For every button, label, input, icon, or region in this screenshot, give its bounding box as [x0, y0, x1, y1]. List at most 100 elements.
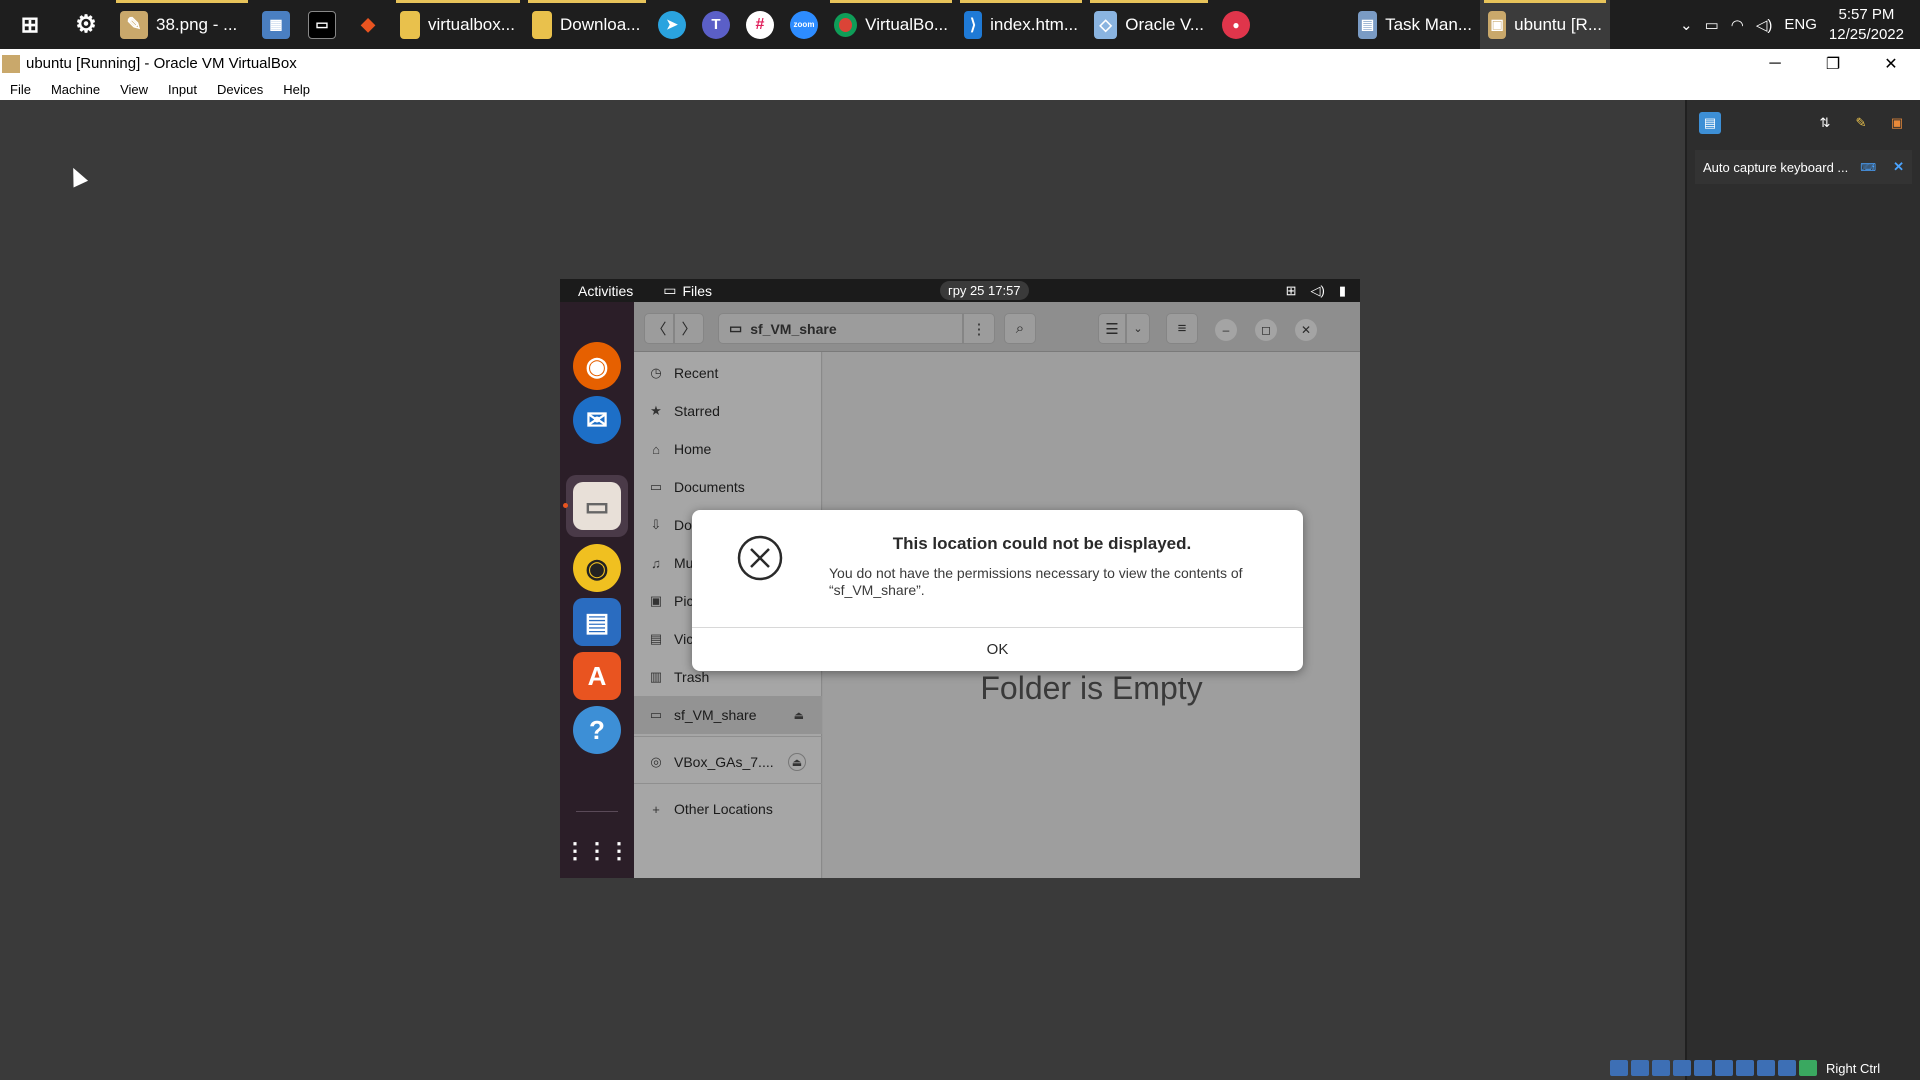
sidebar-item-sf-vm-share[interactable]: ▭ sf_VM_share ⏏ [634, 696, 822, 734]
downloads-icon: ⇩ [650, 517, 662, 532]
eject-icon[interactable]: ⏏ [794, 709, 804, 722]
rhythmbox-icon[interactable]: ◉ [573, 544, 621, 592]
sidebar-item-label: Pic [674, 593, 694, 609]
show-applications-icon[interactable]: ⋮⋮⋮ [564, 827, 630, 875]
path-menu-button[interactable]: ⋮ [963, 313, 995, 344]
search-button[interactable]: ⌕ [1004, 313, 1036, 344]
folder-icon [400, 10, 420, 39]
pin-icon[interactable]: ✎ [1850, 112, 1872, 134]
ok-button[interactable]: OK [692, 628, 1303, 671]
music-icon: ♫ [651, 555, 661, 571]
hdd-status-icon[interactable] [1610, 1060, 1628, 1076]
libreoffice-writer-icon[interactable]: ▤ [573, 598, 621, 646]
close-icon[interactable]: ✕ [1295, 319, 1317, 341]
taskbar-app-terminal[interactable]: ▭ [300, 0, 344, 49]
menu-machine[interactable]: Machine [41, 82, 110, 97]
start-button[interactable]: ⊞ [0, 0, 60, 49]
windows-taskbar: ⊞ ⚙ ✎ 38.png - ... ▦ ▭ ◆ virtualbox... D… [0, 0, 1920, 49]
clock-date: 12/25/2022 [1828, 25, 1904, 43]
network-status-icon[interactable] [1673, 1060, 1691, 1076]
taskbar-app-downloads[interactable]: Downloa... [524, 0, 650, 49]
help-icon[interactable]: ? [573, 706, 621, 754]
view-list-button[interactable]: ☰ [1098, 313, 1126, 344]
wifi-icon[interactable]: ◠ [1731, 16, 1744, 34]
usb-status-icon[interactable] [1694, 1060, 1712, 1076]
battery-icon[interactable]: ▮ [1339, 283, 1346, 299]
optical-status-icon[interactable] [1631, 1060, 1649, 1076]
taskbar-app-task-manager[interactable]: ▤ Task Man... [1350, 0, 1480, 49]
sidebar-item-label: Home [674, 441, 712, 457]
taskbar-app-telegram[interactable]: ➤ [650, 0, 694, 49]
taskbar-app-control-panel[interactable]: ▦ [252, 0, 300, 49]
forward-button[interactable]: 〉 [674, 313, 704, 344]
maximize-icon[interactable]: ◻ [1255, 319, 1277, 341]
taskbar-app-paint[interactable]: ✎ 38.png - ... [112, 0, 252, 49]
sidebar-item-starred[interactable]: ★ Starred [634, 392, 822, 430]
cpu-status-icon[interactable] [1778, 1060, 1796, 1076]
sidebar-item-other-locations[interactable]: + Other Locations [634, 790, 822, 828]
files-app-menu[interactable]: ▭ Files [663, 282, 712, 299]
sidebar-item-label: sf_VM_share [674, 707, 757, 723]
volume-icon[interactable]: ◁) [1756, 16, 1773, 34]
path-label: sf_VM_share [750, 320, 837, 337]
main-menu-button[interactable]: ≡ [1166, 313, 1198, 344]
audio-status-icon[interactable] [1652, 1060, 1670, 1076]
thunderbird-icon[interactable]: ✉ [573, 396, 621, 444]
back-button[interactable]: 〈 [644, 313, 674, 344]
downloads-folder-icon [532, 10, 552, 39]
taskbar-app-teams[interactable]: T [694, 0, 738, 49]
restore-button[interactable]: ❐ [1804, 49, 1862, 78]
activities-button[interactable]: Activities [578, 283, 633, 299]
taskbar-app-label: 38.png - ... [156, 14, 238, 34]
menu-help[interactable]: Help [273, 82, 320, 97]
recording-status-icon[interactable] [1757, 1060, 1775, 1076]
sort-icon[interactable]: ⇅ [1814, 112, 1836, 134]
taskbar-app-recorder[interactable]: ● [1212, 0, 1260, 49]
zoom-icon: zoom [790, 10, 818, 39]
minimize-icon[interactable]: – [1215, 319, 1237, 341]
auto-capture-notification[interactable]: Auto capture keyboard ... ⌨ ✕ [1695, 150, 1912, 184]
menu-file[interactable]: File [0, 82, 41, 97]
taskbar-app-git[interactable]: ◆ [344, 0, 392, 49]
taskbar-app-label: virtualbox... [428, 14, 515, 34]
taskbar-app-zoom[interactable]: zoom [782, 0, 826, 49]
battery-icon[interactable]: ▭ [1705, 16, 1719, 34]
view-options-button[interactable]: ⌄ [1126, 313, 1150, 344]
minimize-button[interactable]: ─ [1746, 49, 1804, 78]
eject-icon[interactable]: ⏏ [788, 753, 806, 771]
notification-icon[interactable]: ▤ [1699, 112, 1721, 134]
shared-folder-status-icon[interactable] [1715, 1060, 1733, 1076]
close-notification-icon[interactable]: ✕ [1893, 159, 1904, 175]
software-center-icon[interactable]: A [573, 652, 621, 700]
chevron-up-icon[interactable]: ⌄ [1680, 16, 1693, 34]
network-icon[interactable]: ⊞ [1286, 283, 1297, 299]
firefox-icon[interactable]: ◉ [573, 342, 621, 390]
sidebar-item-documents[interactable]: ▭ Documents [634, 468, 822, 506]
gnome-clock[interactable]: гру 25 17:57 [940, 281, 1029, 300]
taskbar-clock[interactable]: 5:57 PM 12/25/2022 [1829, 5, 1910, 45]
taskbar-app-chrome[interactable]: VirtualBo... [826, 0, 956, 49]
files-icon[interactable]: ▭ [573, 482, 621, 530]
taskbar-app-oracle-vm[interactable]: ◇ Oracle V... [1086, 0, 1212, 49]
menu-view[interactable]: View [110, 82, 158, 97]
close-button[interactable]: ✕ [1862, 49, 1920, 78]
clear-all-icon[interactable]: ▣ [1886, 112, 1908, 134]
menu-input[interactable]: Input [158, 82, 207, 97]
mouse-status-icon[interactable] [1799, 1060, 1817, 1076]
menu-devices[interactable]: Devices [207, 82, 273, 97]
sidebar-item-recent[interactable]: ◷ Recent [634, 354, 822, 392]
display-status-icon[interactable] [1736, 1060, 1754, 1076]
sidebar-item-vbox-gas[interactable]: ◎ VBox_GAs_7.... ⏏ [634, 743, 822, 781]
sidebar-item-home[interactable]: ⌂ Home [634, 430, 822, 468]
keyboard-icon[interactable]: ⌨ [1860, 161, 1876, 174]
language-indicator[interactable]: ENG [1784, 16, 1817, 33]
taskbar-app-ubuntu-vm[interactable]: ▣ ubuntu [R... [1480, 0, 1610, 49]
taskbar-app-vscode[interactable]: ⟩ index.htm... [956, 0, 1086, 49]
volume-icon[interactable]: ◁) [1311, 283, 1325, 299]
taskbar-app-virtualbox-folder[interactable]: virtualbox... [392, 0, 524, 49]
path-bar[interactable]: ▭ sf_VM_share [718, 313, 963, 344]
telegram-icon: ➤ [658, 10, 686, 39]
taskbar-app-slack[interactable]: # [738, 0, 782, 49]
settings-button[interactable]: ⚙ [60, 0, 112, 49]
system-tray: ⌄ ▭ ◠ ◁) ENG 5:57 PM 12/25/2022 [1680, 0, 1920, 49]
